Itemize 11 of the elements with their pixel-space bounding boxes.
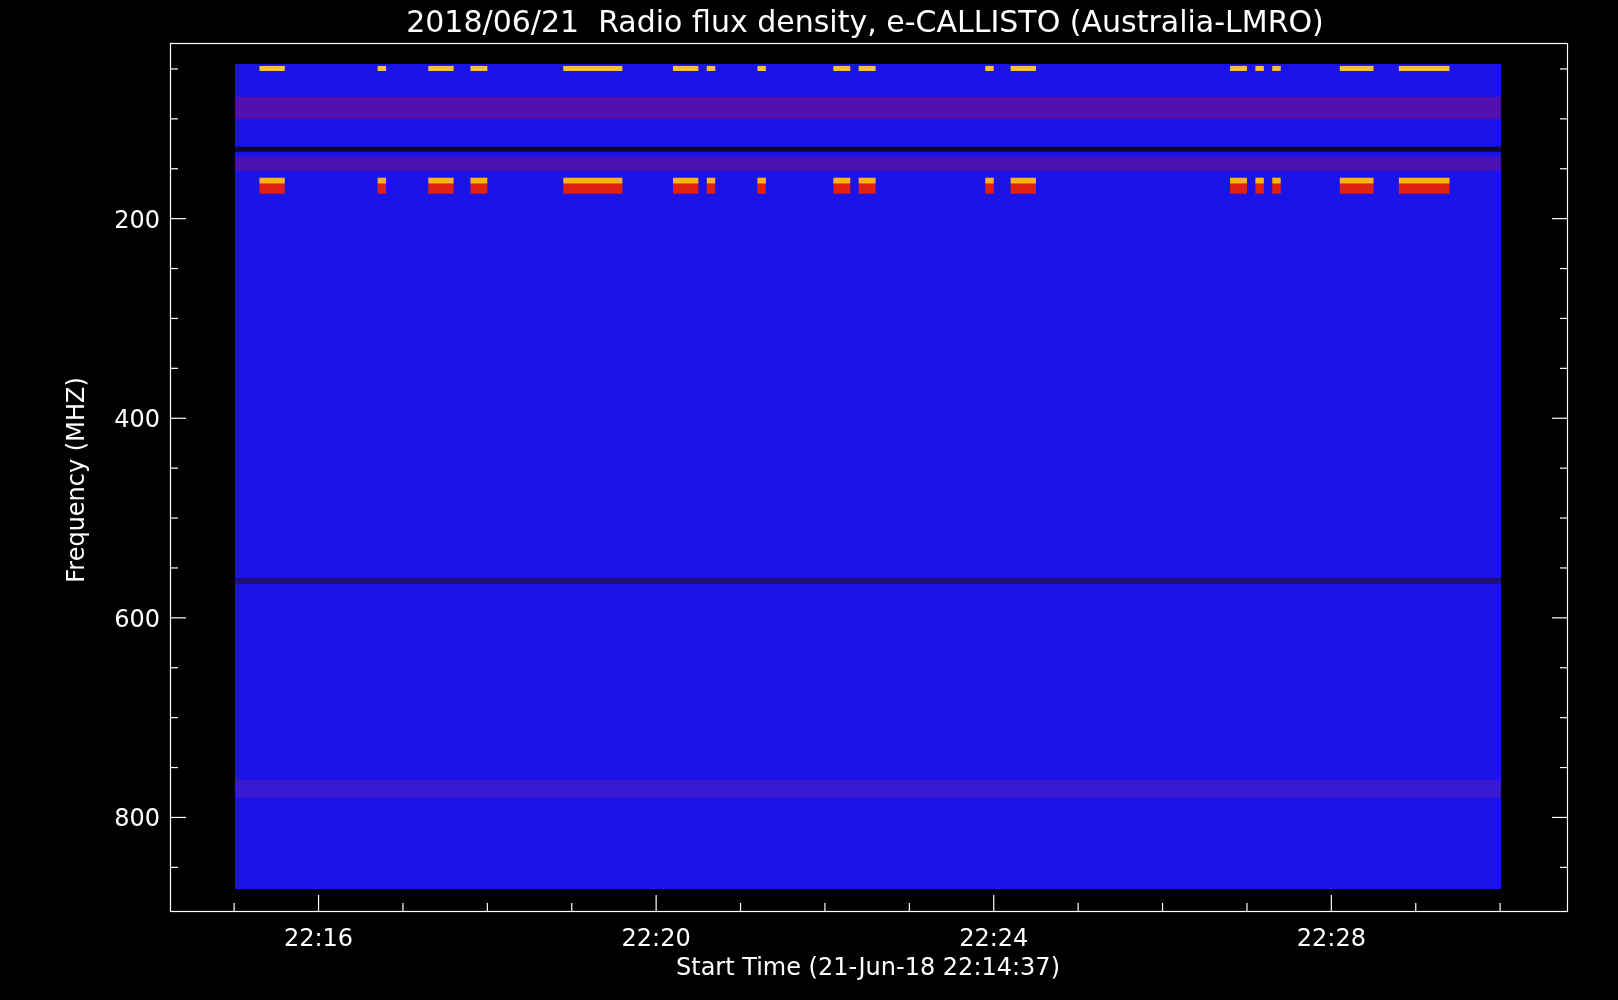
axis-tick-label: 200 (114, 205, 160, 234)
axis-tick-label: 22:24 (959, 924, 1029, 952)
chart-title: 2018/06/21 Radio flux density, e-CALLISTO (Australia-LMRO) (406, 4, 1324, 39)
axis-tick-label: 800 (114, 804, 160, 833)
axis-tick-label: 400 (114, 405, 160, 434)
x-axis-label: Start Time (21-Jun-18 22:14:37) (676, 953, 1060, 981)
y-axis-label: Frequency (MHZ) (62, 377, 90, 583)
axis-tick-label: 22:16 (283, 924, 354, 952)
axis-tick-label: 600 (114, 604, 160, 633)
axis-tick-label: 22:20 (621, 924, 691, 952)
axis-tick-label: 22:28 (1296, 924, 1366, 952)
